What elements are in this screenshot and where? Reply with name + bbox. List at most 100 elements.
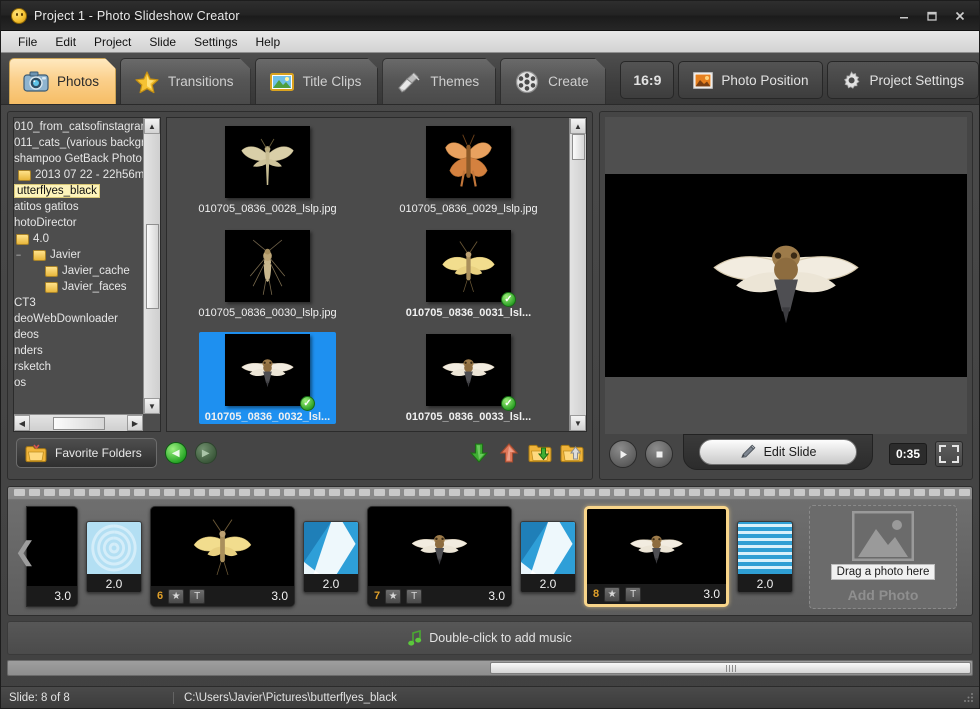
tree-vertical-scrollbar[interactable]: ▲ ▼ [143, 118, 160, 414]
film-reel-icon [514, 70, 540, 94]
menu-item-file[interactable]: File [9, 33, 46, 51]
favorite-folder-icon [25, 444, 47, 462]
tree-item[interactable]: 4.0 [14, 231, 143, 247]
tree-item[interactable]: deoWebDownloader [14, 311, 143, 327]
tree-item[interactable]: os [14, 375, 143, 391]
add-photo-dropzone[interactable]: Drag a photo here Add Photo [809, 504, 957, 609]
scrollbar-thumb[interactable] [145, 223, 159, 309]
chevron-left-icon[interactable]: ❮ [12, 487, 38, 615]
folder-tree[interactable]: 010_from_catsofinstagram 011_cats_(vario… [14, 118, 143, 414]
storyboard-scroll-area [1, 655, 979, 676]
scrollbar-thumb[interactable] [490, 662, 971, 674]
tab-create[interactable]: Create [500, 58, 606, 104]
tree-horizontal-scrollbar[interactable]: ◀ ▶ [14, 414, 143, 431]
storyboard-horizontal-scrollbar[interactable] [7, 660, 973, 676]
preview-controls: Edit Slide 0:35 [605, 434, 967, 474]
thumbnails-vertical-scrollbar[interactable]: ▲ ▼ [569, 118, 586, 431]
add-music-bar[interactable]: Double-click to add music [7, 621, 973, 655]
thumbnail-item-selected[interactable]: ✓ 010705_0836_0032_lsl... [167, 332, 368, 431]
transition-card[interactable]: 2.0 [520, 520, 576, 593]
film-perforations [8, 487, 972, 498]
transition-card[interactable]: 2.0 [737, 520, 793, 593]
menu-item-help[interactable]: Help [246, 33, 289, 51]
tree-item-javier[interactable]: − Javier [14, 247, 143, 263]
forward-arrow-icon[interactable]: ▶ [194, 442, 217, 464]
camera-icon [23, 70, 49, 94]
scrollbar-thumb[interactable] [52, 416, 105, 430]
play-icon[interactable] [609, 440, 637, 468]
thumbnail-item[interactable]: ✓ 010705_0836_0033_lsl... [368, 332, 569, 431]
tree-item[interactable]: 2013 07 22 - 22h56m [14, 167, 143, 183]
tree-item[interactable]: rsketch [14, 359, 143, 375]
scroll-up-arrow[interactable]: ▲ [144, 118, 160, 134]
music-note-icon [408, 630, 422, 646]
tree-item[interactable]: nders [14, 343, 143, 359]
text-badge-icon[interactable]: T [189, 588, 206, 604]
menu-item-slide[interactable]: Slide [140, 33, 185, 51]
folder-icon [18, 169, 31, 181]
tree-item[interactable]: shampoo GetBack Photo [14, 151, 143, 167]
tab-themes[interactable]: Themes [382, 58, 496, 104]
stop-icon[interactable] [645, 440, 673, 468]
fullscreen-icon[interactable] [935, 441, 963, 467]
tree-item[interactable]: 010_from_catsofinstagram [14, 119, 143, 135]
resize-grip-icon[interactable] [963, 692, 975, 704]
tab-transitions[interactable]: Transitions [120, 58, 251, 104]
tree-item[interactable]: 011_cats_(various backgro [14, 135, 143, 151]
transition-card[interactable]: 2.0 [303, 520, 359, 593]
text-badge-icon[interactable]: T [625, 586, 642, 602]
scroll-left-arrow[interactable]: ◀ [14, 415, 30, 431]
photo-position-button[interactable]: Photo Position [678, 61, 824, 99]
down-arrow-icon[interactable] [468, 442, 490, 464]
scroll-up-arrow[interactable]: ▲ [570, 118, 586, 134]
tree-collapse-toggle[interactable]: − [14, 250, 23, 260]
scrollbar-thumb[interactable] [571, 134, 585, 160]
scroll-down-arrow[interactable]: ▼ [570, 415, 586, 431]
up-arrow-icon[interactable] [498, 442, 520, 464]
aspect-ratio-button[interactable]: 16:9 [620, 61, 675, 99]
transition-thumbnail [304, 521, 358, 574]
tree-item-javier-faces[interactable]: Javier_faces [14, 279, 143, 295]
slide-image [151, 507, 294, 586]
thumbnail-item[interactable]: 010705_0836_0028_lslp.jpg [167, 124, 368, 228]
text-badge-icon[interactable]: T [406, 588, 423, 604]
menu-item-edit[interactable]: Edit [46, 33, 85, 51]
thumbnail-item[interactable]: 010705_0836_0029_lslp.jpg [368, 124, 569, 228]
transition-duration: 2.0 [87, 573, 141, 592]
tree-item[interactable]: deos [14, 327, 143, 343]
menu-item-settings[interactable]: Settings [185, 33, 246, 51]
favorite-folders-button[interactable]: Favorite Folders [16, 438, 157, 468]
edit-slide-label: Edit Slide [763, 445, 817, 459]
transition-card[interactable]: 2.0 [86, 520, 142, 593]
scroll-down-arrow[interactable]: ▼ [144, 398, 160, 414]
menu-item-project[interactable]: Project [85, 33, 140, 51]
tab-photos[interactable]: Photos [9, 58, 116, 104]
slide-card-8-selected[interactable]: 8 ★ T 3.0 [584, 506, 729, 607]
transition-thumbnail [521, 521, 575, 574]
project-settings-button[interactable]: Project Settings [827, 61, 979, 99]
star-icon[interactable]: ★ [168, 588, 185, 604]
minimize-button[interactable] [890, 6, 917, 26]
scroll-right-arrow[interactable]: ▶ [127, 415, 143, 431]
maximize-button[interactable] [918, 6, 945, 26]
folder-down-icon[interactable] [528, 443, 552, 464]
slide-meta: 8 ★ T 3.0 [587, 584, 726, 604]
thumbnail-item[interactable]: ✓ 010705_0836_0031_lsl... [368, 228, 569, 332]
folder-up-icon[interactable] [560, 443, 584, 464]
thumbnail-label: 010705_0836_0031_lsl... [405, 307, 532, 319]
slide-card-7[interactable]: 7 ★ T 3.0 [367, 506, 512, 607]
edit-slide-button[interactable]: Edit Slide [699, 439, 857, 465]
storyboard-area: ❮ 3.0 2.0 6 ★ T 3.0 2.0 7 ★ T 3.0 2.0 8 … [1, 480, 979, 616]
tree-item-javier-cache[interactable]: Javier_cache [14, 263, 143, 279]
back-arrow-icon[interactable]: ◀ [164, 442, 187, 464]
tree-item[interactable]: hotoDirector [14, 215, 143, 231]
close-button[interactable] [946, 6, 973, 26]
tree-item-butterflyes-black[interactable]: utterflyes_black [14, 183, 143, 199]
thumbnail-item[interactable]: 010705_0836_0030_lslp.jpg [167, 228, 368, 332]
tab-title-clips[interactable]: Title Clips [255, 58, 379, 104]
star-icon[interactable]: ★ [604, 586, 621, 602]
tree-item[interactable]: CT3 [14, 295, 143, 311]
tree-item[interactable]: atitos gatitos [14, 199, 143, 215]
slide-card-6[interactable]: 6 ★ T 3.0 [150, 506, 295, 607]
star-icon[interactable]: ★ [385, 588, 402, 604]
